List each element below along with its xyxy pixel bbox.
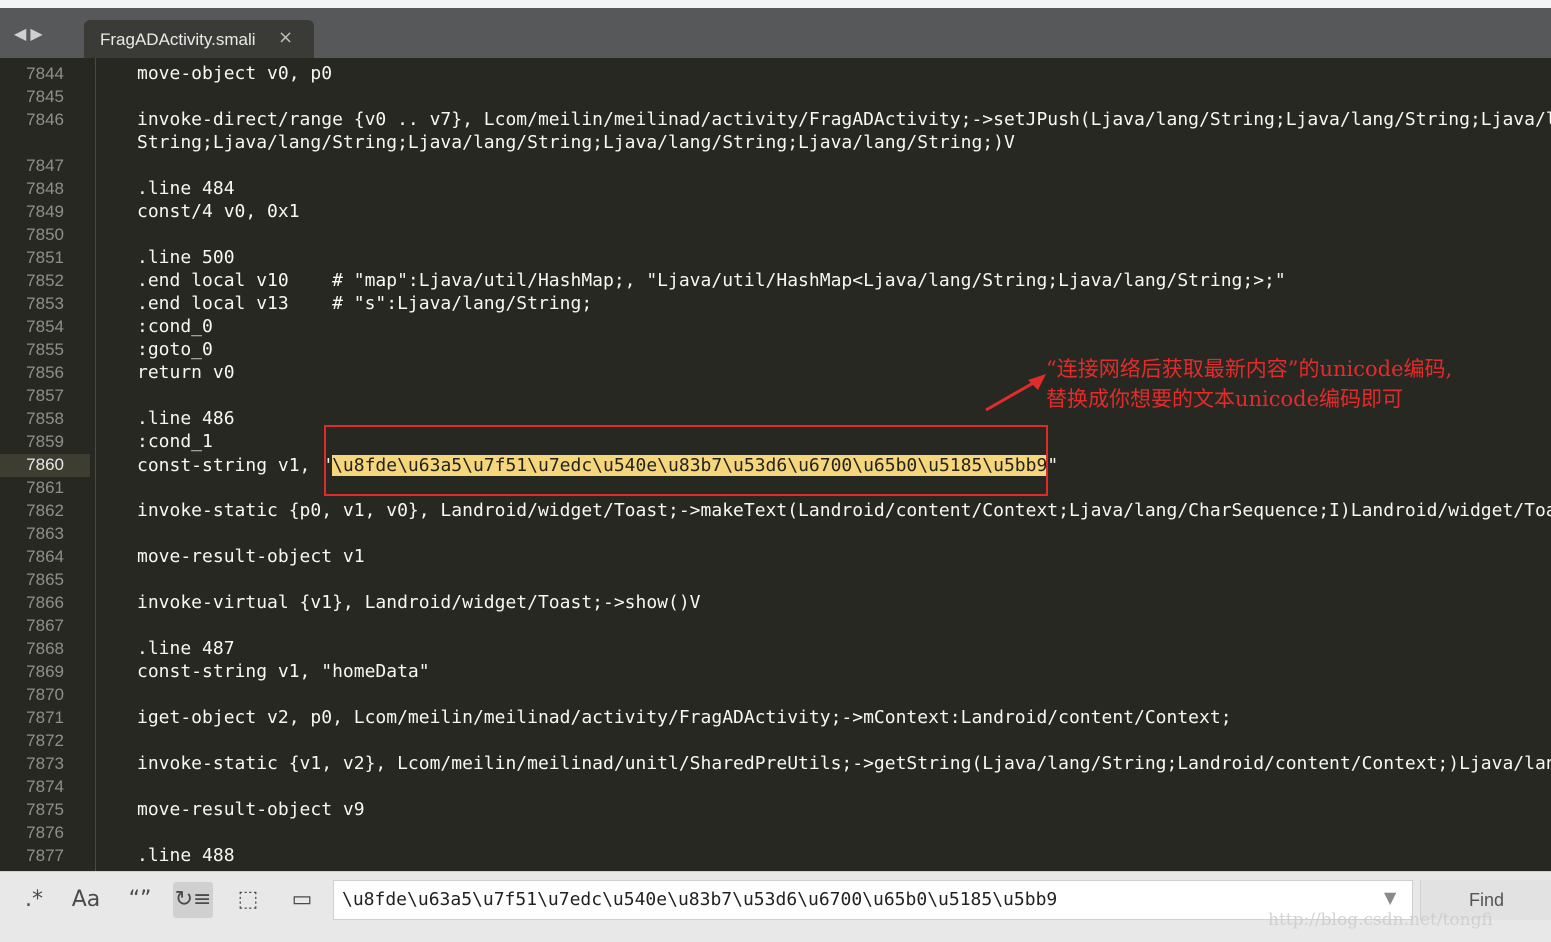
line-number: 7865 [26,570,64,589]
annotation-line-2: 替换成你想要的文本unicode编码即可 [1046,387,1404,411]
line-number: 7850 [26,225,64,244]
line-number: 7869 [26,662,64,681]
code-line[interactable]: invoke-static {v1, v2}, Lcom/meilin/meil… [137,752,1551,775]
line-number: 7868 [26,639,64,658]
code-line[interactable]: move-object v0, p0 [137,62,332,85]
line-number: 7872 [26,731,64,750]
line-number: 7874 [26,777,64,796]
code-line[interactable]: .line 484 [137,177,235,200]
watermark: http://blog.csdn.net/tongfi [1268,910,1493,930]
line-number: 7871 [26,708,64,727]
case-sensitive-toggle[interactable]: Aa [66,882,106,918]
in-selection-toggle[interactable]: ⬚ [228,882,268,918]
line-number: 7856 [26,363,64,382]
line-number: 7867 [26,616,64,635]
line-number: 7861 [26,478,64,497]
code-prefix: const-string v1, " [137,455,333,476]
line-number: 7873 [26,754,64,773]
file-tab[interactable]: FragADActivity.smali × [84,20,314,58]
highlight-matches-toggle[interactable]: ▭ [282,882,322,918]
close-icon[interactable]: × [278,27,293,48]
line-number: 7863 [26,524,64,543]
line-number: 7853 [26,294,64,313]
line-number: 7860 [26,455,64,474]
tab-title: FragADActivity.smali [100,30,256,49]
code-line[interactable]: move-result-object v1 [137,545,365,568]
line-number: 7844 [26,64,64,83]
code-line[interactable]: .end local v13 # "s":Ljava/lang/String; [137,292,592,315]
line-number: 7877 [26,846,64,865]
line-number: 7846 [26,110,64,129]
tab-nav-arrows[interactable]: ◀▶ [14,24,47,43]
line-number: 7854 [26,317,64,336]
annotation-text: “连接网络后获取最新内容”的unicode编码, 替换成你想要的文本unicod… [1046,354,1452,414]
line-number: 7876 [26,823,64,842]
code-line[interactable]: return v0 [137,361,235,384]
tab-bar: ◀▶ FragADActivity.smali × [0,8,1551,58]
find-bar: .* Aa “” ↻≡ ⬚ ▭ \u8fde\u63a5\u7f51\u7edc… [0,871,1551,942]
line-number: 7849 [26,202,64,221]
code-line[interactable]: invoke-static {p0, v1, v0}, Landroid/wid… [137,499,1551,522]
code-line[interactable]: :cond_0 [137,315,213,338]
code-line[interactable]: const-string v1, "homeData" [137,660,430,683]
line-number: 7870 [26,685,64,704]
line-number: 7847 [26,156,64,175]
annotation-arrow-icon [985,374,1046,412]
forward-arrow-icon[interactable]: ▶ [30,24,46,43]
code-suffix: " [1047,455,1059,476]
code-line[interactable]: .line 500 [137,246,235,269]
annotation-box [324,425,1048,496]
back-arrow-icon[interactable]: ◀ [14,24,30,43]
code-line[interactable]: .line 488 [137,844,235,867]
line-number: 7875 [26,800,64,819]
code-line[interactable]: :cond_1 [137,430,213,453]
code-line[interactable]: String;Ljava/lang/String;Ljava/lang/Stri… [137,131,1015,154]
line-number: 7866 [26,593,64,612]
regex-toggle[interactable]: .* [14,882,54,918]
code-line[interactable]: .end local v10 # "map":Ljava/util/HashMa… [137,269,1286,292]
line-number: 7864 [26,547,64,566]
code-line[interactable]: move-result-object v9 [137,798,365,821]
annotation-line-1: “连接网络后获取最新内容”的unicode编码, [1046,357,1453,381]
code-line[interactable]: :goto_0 [137,338,213,361]
code-line[interactable]: iget-object v2, p0, Lcom/meilin/meilinad… [137,706,1232,729]
whole-word-toggle[interactable]: “” [120,882,160,918]
find-input[interactable]: \u8fde\u63a5\u7f51\u7edc\u540e\u83b7\u53… [333,880,1413,920]
wrap-toggle[interactable]: ↻≡ [173,882,213,918]
line-number: 7862 [26,501,64,520]
line-number: 7859 [26,432,64,451]
line-number: 7857 [26,386,64,405]
window-top-strip [0,0,1551,8]
line-number: 7845 [26,87,64,106]
line-number: 7848 [26,179,64,198]
indent-guide [95,58,96,871]
code-line[interactable]: .line 487 [137,637,235,660]
code-line[interactable]: invoke-direct/range {v0 .. v7}, Lcom/mei… [137,108,1551,131]
code-line[interactable]: const/4 v0, 0x1 [137,200,300,223]
code-editor[interactable]: 7844 7845 7846 7847 7848 7849 7850 7851 7852 7853… [0,58,1551,871]
line-number: 7851 [26,248,64,267]
code-line[interactable]: .line 486 [137,407,235,430]
line-number: 7852 [26,271,64,290]
line-number [0,131,64,154]
chevron-down-icon[interactable]: ▼ [1384,888,1396,907]
line-number: 7855 [26,340,64,359]
code-line[interactable]: invoke-virtual {v1}, Landroid/widget/Toa… [137,591,701,614]
line-number: 7858 [26,409,64,428]
